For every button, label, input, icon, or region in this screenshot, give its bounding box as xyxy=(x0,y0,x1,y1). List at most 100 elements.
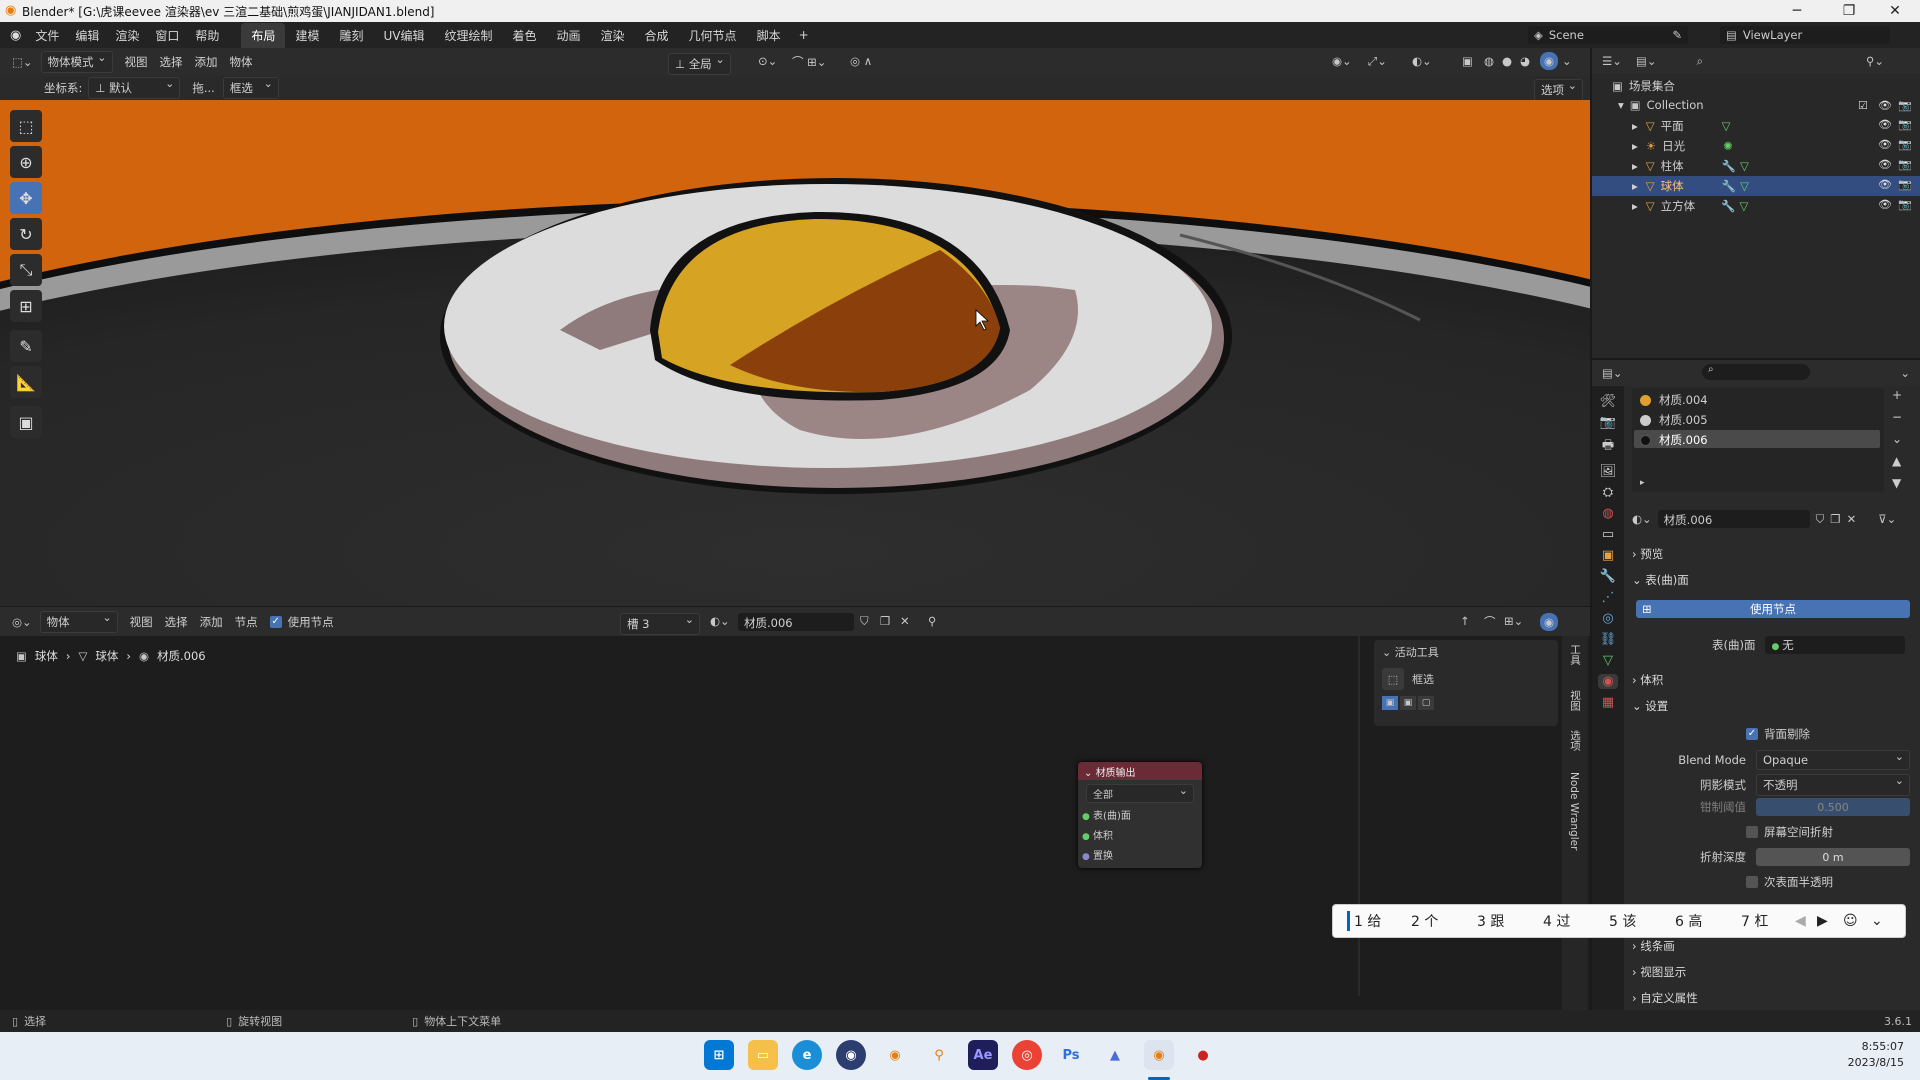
node-snap-mode-icon[interactable]: ⊞⌄ xyxy=(1504,614,1523,628)
active-tool-header[interactable]: ⌄ 活动工具 xyxy=(1374,640,1558,664)
clip-threshold-field[interactable]: 0.500 xyxy=(1756,798,1910,816)
node-header[interactable]: ⌄ 材质输出 xyxy=(1078,762,1202,780)
object-tab-icon[interactable]: ▣ xyxy=(1602,548,1614,563)
list-expand-icon[interactable]: ▸ xyxy=(1640,478,1645,488)
cylinder-eye-icon[interactable]: 👁 xyxy=(1878,158,1892,171)
socket-volume[interactable]: ● 体积 xyxy=(1082,827,1202,847)
particles-tab-icon[interactable]: ⋰ xyxy=(1602,590,1615,605)
minimize-button[interactable]: ─ xyxy=(1774,0,1820,22)
tab-layout[interactable]: 布局 xyxy=(241,22,286,48)
tab-uv-editing[interactable]: UV编辑 xyxy=(373,23,434,48)
tool-tab-icon[interactable]: 🛠 xyxy=(1600,394,1617,409)
coord-dropdown[interactable]: ⊥ 默认 xyxy=(88,77,181,99)
physics-tab-icon[interactable]: ◎ xyxy=(1602,611,1613,626)
collapse-arrow-icon[interactable]: ▾ xyxy=(1618,98,1624,112)
maximize-button[interactable]: ❐ xyxy=(1826,0,1872,22)
outliner-item-plane[interactable]: ▸ ▽ 平面 ▽ xyxy=(1632,118,1731,134)
scene-collection-row[interactable]: ▣ 场景集合 xyxy=(1612,78,1675,94)
node-menu-view[interactable]: 视图 xyxy=(130,614,153,630)
properties-options-icon[interactable]: ⌄ xyxy=(1900,366,1910,380)
cursor-tool-icon[interactable]: ⊕ xyxy=(10,146,42,178)
outliner-item-cube[interactable]: ▸ ▽ 立方体 🔧 ▽ xyxy=(1632,198,1748,214)
output-tab-icon[interactable]: 🖶 xyxy=(1602,436,1614,458)
link-options-icon[interactable]: ⊽⌄ xyxy=(1878,512,1896,526)
ime-candidate-1[interactable]: 1 给 xyxy=(1347,911,1411,931)
outliner-search-icon[interactable]: ⌕ xyxy=(1696,54,1702,69)
tab-options[interactable]: 选项 xyxy=(1568,730,1583,751)
material-slot-004[interactable]: 材质.004 xyxy=(1640,392,1708,408)
node-menu-add[interactable]: 添加 xyxy=(200,614,223,630)
surface-section[interactable]: ⌄ 表(曲)面 xyxy=(1632,572,1689,588)
fake-user-icon[interactable]: ⛉ xyxy=(1816,512,1825,527)
photoshop-icon[interactable]: Ps xyxy=(1056,1040,1086,1070)
properties-type-icon[interactable]: ▤⌄ xyxy=(1602,366,1623,380)
collection-checkbox-icon[interactable]: ☑ xyxy=(1858,99,1868,112)
add-workspace-button[interactable]: + xyxy=(791,28,817,42)
scene-tab-icon[interactable]: ⛭ xyxy=(1603,485,1613,500)
menu-file[interactable]: 文件 xyxy=(27,27,67,44)
menu-render[interactable]: 渲染 xyxy=(107,27,147,44)
tab-animation[interactable]: 动画 xyxy=(547,23,591,48)
select-new-icon[interactable]: ▣ xyxy=(1382,696,1398,710)
menu-add[interactable]: 添加 xyxy=(195,54,218,70)
tab-sculpting[interactable]: 雕刻 xyxy=(329,23,373,48)
material-slot-005[interactable]: 材质.005 xyxy=(1640,412,1708,428)
tab-rendering[interactable]: 渲染 xyxy=(591,23,635,48)
shadow-mode-dropdown[interactable]: 不透明 xyxy=(1756,774,1910,796)
sun-camera-icon[interactable]: 📷 xyxy=(1898,138,1912,151)
plane-camera-icon[interactable]: 📷 xyxy=(1898,118,1912,131)
world-tab-icon[interactable]: ◍ xyxy=(1602,506,1613,521)
tab-tool[interactable]: 工具 xyxy=(1568,644,1583,665)
node-menu-select[interactable]: 选择 xyxy=(165,614,188,630)
select-mode-dropdown[interactable]: 框选 xyxy=(222,77,279,99)
shading-options-icon[interactable]: ⌄ xyxy=(1562,54,1572,68)
remove-slot-icon[interactable]: − xyxy=(1892,410,1902,424)
mode-dropdown[interactable]: 物体模式 xyxy=(40,51,113,73)
tab-scripting[interactable]: 脚本 xyxy=(747,23,791,48)
start-menu-icon[interactable]: ⊞ xyxy=(704,1040,734,1070)
cylinder-camera-icon[interactable]: 📷 xyxy=(1898,158,1912,171)
custom-props-section[interactable]: › 自定义属性 xyxy=(1632,990,1698,1006)
preview-section[interactable]: › 预览 xyxy=(1632,546,1663,562)
move-tool-icon[interactable]: ✥ xyxy=(10,182,42,214)
tab-texture-paint[interactable]: 纹理绘制 xyxy=(434,23,502,48)
chrome-icon[interactable]: ◎ xyxy=(1012,1040,1042,1070)
recorder-app-icon[interactable]: ● xyxy=(1188,1040,1218,1070)
data-tab-icon[interactable]: ▽ xyxy=(1603,653,1613,668)
blender-menu-icon[interactable]: ◉ xyxy=(0,28,27,43)
collection-row[interactable]: ▾ ▣ Collection xyxy=(1618,98,1918,112)
subsurface-checkbox[interactable] xyxy=(1746,876,1758,888)
annotate-tool-icon[interactable]: ✎ xyxy=(10,330,42,362)
solid-shading-icon[interactable]: ● xyxy=(1502,54,1512,68)
ime-candidate-3[interactable]: 3 跟 xyxy=(1477,911,1543,931)
ime-expand-icon[interactable]: ⌄ xyxy=(1871,913,1883,929)
menu-edit[interactable]: 编辑 xyxy=(67,27,107,44)
view-layer-tab-icon[interactable]: 🖼 xyxy=(1600,464,1617,479)
tab-compositing[interactable]: 合成 xyxy=(635,23,679,48)
tab-geometry-nodes[interactable]: 几何节点 xyxy=(679,23,747,48)
slot-dropdown[interactable]: 槽 3 xyxy=(620,613,700,635)
clock[interactable]: 8:55:07 2023/8/15 xyxy=(1820,1040,1904,1069)
screen-refraction-row[interactable]: 屏幕空间折射 xyxy=(1746,824,1833,840)
rotate-tool-icon[interactable]: ↻ xyxy=(10,218,42,250)
material-slot-006[interactable]: 材质.006 xyxy=(1640,432,1708,448)
sphere-eye-icon[interactable]: 👁 xyxy=(1878,178,1892,191)
gizmo-icon[interactable]: ⤢⌄ xyxy=(1368,54,1387,69)
scale-tool-icon[interactable]: ⤡ xyxy=(10,254,42,286)
refraction-depth-field[interactable]: 0 m xyxy=(1756,848,1910,866)
node-overlay-icon[interactable]: ◉ xyxy=(1540,613,1558,631)
sun-eye-icon[interactable]: 👁 xyxy=(1878,138,1892,151)
use-nodes-button[interactable]: ⊞ 使用节点 xyxy=(1636,600,1910,618)
backface-culling-checkbox[interactable]: ✓ xyxy=(1746,728,1758,740)
outliner-item-cylinder[interactable]: ▸ ▽ 柱体 🔧 ▽ xyxy=(1632,158,1749,174)
node-editor-type-icon[interactable]: ◎⌄ xyxy=(12,615,32,629)
blender-task-icon-1[interactable]: ◉ xyxy=(880,1040,910,1070)
ime-emoji-icon[interactable]: ☺ xyxy=(1843,913,1871,929)
outliner-type-icon[interactable]: ☰⌄ xyxy=(1602,54,1622,68)
material-output-node[interactable]: ⌄ 材质输出 全部 ● 表(曲)面 ● 体积 ● 置换 xyxy=(1078,762,1202,868)
pin-node-icon[interactable]: ⚲ xyxy=(928,614,936,628)
material-browse-icon[interactable]: ◐⌄ xyxy=(1632,512,1652,526)
ime-candidate-4[interactable]: 4 过 xyxy=(1543,911,1609,931)
tab-view[interactable]: 视图 xyxy=(1568,690,1583,711)
options-dropdown[interactable]: 选项 xyxy=(1534,79,1583,101)
